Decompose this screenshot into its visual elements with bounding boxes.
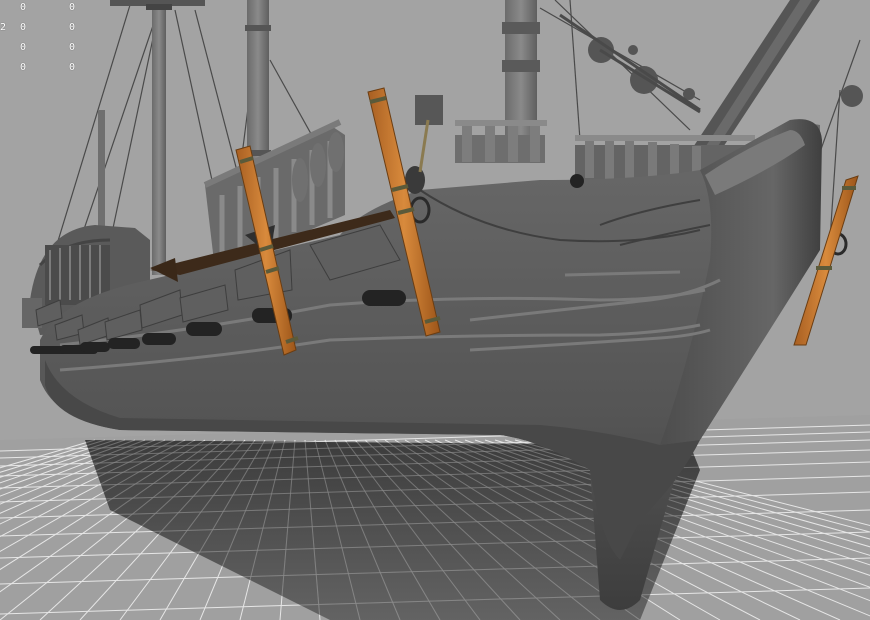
hud-row-2-col1: 0: [20, 22, 27, 33]
scene-render[interactable]: [0, 0, 870, 620]
hud-row-3-col1: 0: [20, 42, 27, 53]
hud-row-3-col2: 0: [69, 42, 76, 53]
hud-row-1-col1: 0: [20, 2, 27, 13]
hud-row-4-col1: 0: [20, 62, 27, 73]
hud-readout: 0 0 2 0 0 0 0 0 0: [0, 0, 90, 80]
hud-row-2-label: 2: [0, 22, 7, 33]
hud-row-4-col2: 0: [69, 62, 76, 73]
hud-row-2-col2: 0: [69, 22, 76, 33]
rigging-chains: [559, 13, 701, 114]
hud-row-1-col2: 0: [69, 2, 76, 13]
3d-viewport[interactable]: 0 0 2 0 0 0 0 0 0: [0, 0, 870, 620]
